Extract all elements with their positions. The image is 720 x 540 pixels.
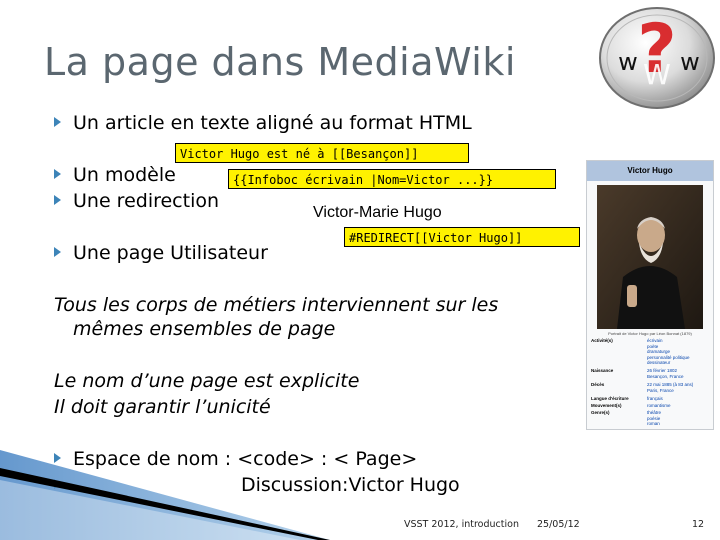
wiki-question-logo: ? w W w [599, 7, 715, 109]
infobox-screenshot: Victor Hugo Portrait de Victor Hugo par … [586, 160, 714, 430]
infobox-value: théâtre [647, 410, 662, 415]
slide: La page dans MediaWiki ? w W w Un articl… [0, 0, 720, 540]
infobox-value: Paris, France [647, 387, 674, 393]
infobox-value: français [647, 396, 663, 401]
bullet-text: Un article en texte aligné au format HTM… [73, 112, 472, 134]
redirect-source-title: Victor-Marie Hugo [313, 204, 442, 221]
footer-page-number: 12 [692, 519, 705, 530]
infobox-value: romantisme [647, 403, 671, 408]
infobox-values: 26 février 1802 Besançon, France [647, 368, 684, 379]
bullet-arrow-icon [54, 247, 61, 257]
callout-article-wikitext: Victor Hugo est né à [[Besançon]] [175, 143, 469, 163]
bullet-text: Une page Utilisateur [73, 242, 268, 264]
logo-letter-center: W [643, 58, 671, 91]
bullet-arrow-icon [54, 195, 61, 205]
infobox-key: Genre(s) [591, 410, 610, 415]
infobox-title: Victor Hugo [587, 161, 713, 181]
portrait-caption: Portrait de Victor Hugo par Léon Bonnat … [608, 331, 692, 336]
infobox-values: théâtre poésie roman [647, 410, 661, 427]
infobox-key: Activité(s) [591, 338, 613, 343]
infobox-values: français [647, 396, 663, 402]
infobox-values: romantisme [647, 403, 671, 409]
footer-presentation: VSST 2012, introduction [404, 519, 519, 530]
callout-template-wikitext: {{Infoboc écrivain |Nom=Victor ...}} [228, 169, 556, 189]
infobox-key: Décès [591, 382, 605, 387]
infobox-value: 22 mai 1885 (à 83 ans) [647, 382, 694, 387]
logo-letter-left: w [618, 48, 638, 76]
infobox-value: roman [647, 421, 660, 426]
logo-letter-right: w [680, 48, 700, 76]
infobox-key: Langue d'écriture [591, 396, 629, 401]
italic-line-3: Le nom d’une page est explicite [54, 370, 360, 392]
portrait-image [597, 185, 703, 329]
italic-line-1: Tous les corps de métiers interviennent … [54, 294, 499, 316]
infobox-value: dessinateur [647, 360, 671, 365]
italic-line-2: mêmes ensembles de page [73, 318, 336, 340]
infobox-value: Besançon, France [647, 373, 684, 379]
infobox-values: 22 mai 1885 (à 83 ans) Paris, France [647, 382, 693, 393]
infobox-key: Naissance [591, 368, 614, 373]
callout-redirect-wikitext: #REDIRECT[[Victor Hugo]] [344, 227, 580, 247]
slide-title: La page dans MediaWiki [44, 40, 516, 84]
infobox-values: écrivain poète dramaturge personnalité p… [647, 338, 690, 366]
corner-decoration [0, 450, 330, 540]
footer-date: 25/05/12 [537, 519, 580, 530]
italic-line-4: Il doit garantir l’unicité [54, 396, 271, 418]
bullet-text: Un modèle [73, 164, 176, 186]
bullet-arrow-icon [54, 117, 61, 127]
bullet-arrow-icon [54, 169, 61, 179]
bullet-text: Une redirection [73, 190, 220, 212]
infobox-key: Mouvement(s) [591, 403, 622, 408]
